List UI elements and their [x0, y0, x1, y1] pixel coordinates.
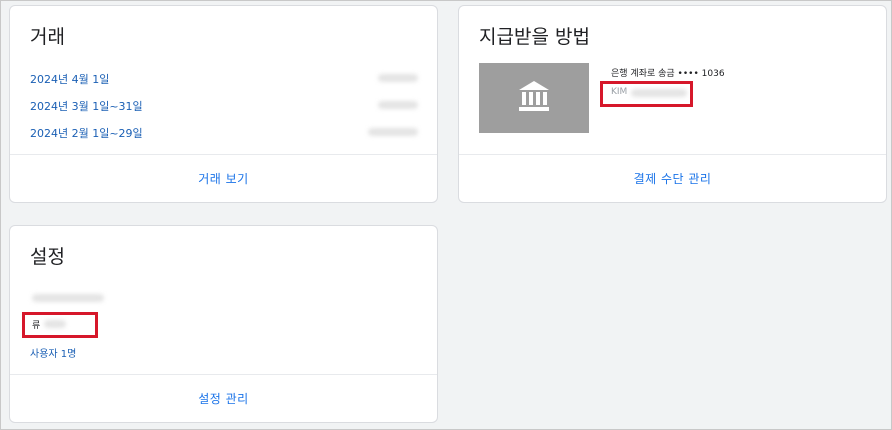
transaction-row-date[interactable]: 2024년 2월 1일~29일 — [30, 125, 143, 141]
bank-tile — [479, 63, 589, 133]
account-holder-name: KIM — [611, 87, 628, 97]
manage-settings-button[interactable]: 설정 관리 — [10, 374, 437, 422]
settings-id-redacted — [32, 294, 104, 302]
transaction-row-date[interactable]: 2024년 4월 1일 — [30, 71, 109, 87]
transaction-row-amount — [368, 128, 418, 136]
transaction-row-amount — [378, 101, 418, 109]
transactions-card: 거래 2024년 4월 1일 2024년 3월 1일~31일 2024년 2월 … — [9, 5, 438, 203]
payout-method-title: 지급받을 방법 — [479, 26, 590, 48]
transaction-row-date[interactable]: 2024년 3월 1일~31일 — [30, 98, 143, 114]
view-transactions-button[interactable]: 거래 보기 — [10, 154, 437, 202]
settings-name-redacted — [44, 320, 66, 328]
settings-card: 설정 류 사용자 1명 설정 관리 — [9, 225, 438, 423]
account-holder-name-redacted — [631, 89, 687, 97]
bank-icon — [517, 79, 551, 117]
settings-title: 설정 — [30, 246, 65, 268]
payout-method-text: 은행 계좌로 송금 •••• 1036 — [611, 69, 725, 79]
transactions-title: 거래 — [30, 26, 65, 48]
payout-method-card: 지급받을 방법 은행 계좌로 송금 •••• 1036 KIM 결제 수단 관리 — [458, 5, 887, 203]
manage-payment-methods-button[interactable]: 결제 수단 관리 — [459, 154, 886, 202]
transaction-row-amount — [378, 74, 418, 82]
users-link[interactable]: 사용자 1명 — [30, 345, 76, 360]
settings-name: 류 — [32, 321, 41, 331]
